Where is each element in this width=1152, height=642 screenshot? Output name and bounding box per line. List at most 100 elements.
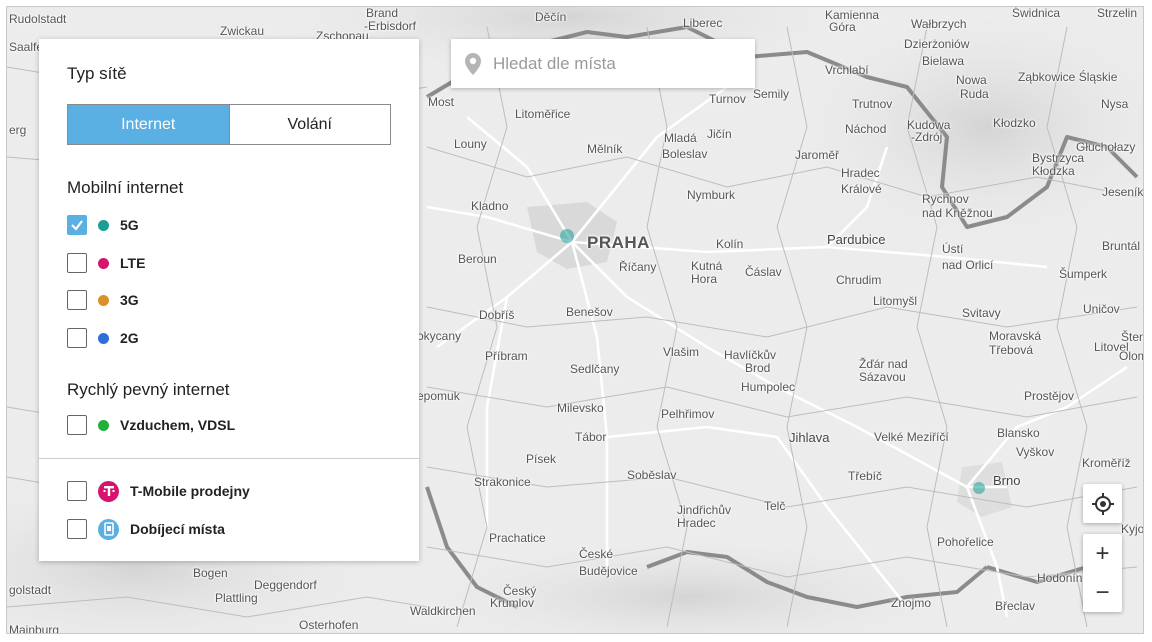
network-lte-label: LTE [120, 255, 146, 271]
map-place-label: Uničov [1083, 302, 1120, 316]
map-place-label: Mělník [587, 142, 623, 156]
search-input[interactable] [493, 53, 743, 74]
map-place-label: Vlašim [663, 345, 700, 359]
map-pin-icon [465, 52, 481, 75]
network-3g-checkbox[interactable] [67, 290, 87, 310]
location-search[interactable] [451, 39, 755, 88]
map-place-label: Litomyšl [873, 294, 918, 308]
checkmark-icon [71, 220, 83, 231]
fixed-internet-option[interactable]: Vzduchem, VDSL [67, 415, 235, 435]
map-place-label: Świdnica [1012, 6, 1061, 20]
map-place-label: Bielawa [922, 54, 965, 68]
network-5g-option[interactable]: 5G [67, 215, 139, 235]
map-place-label: Dzierżoniów [904, 37, 970, 51]
mobile-internet-heading: Mobilní internet [67, 178, 184, 197]
map-place-label: Třebíč [848, 469, 883, 483]
fixed-internet-color-dot [98, 419, 109, 431]
map-place-label: Jičín [707, 127, 732, 141]
map-place-label: Milevsko [557, 401, 604, 415]
map-place-label: Třebová [989, 343, 1034, 357]
zoom-in-button[interactable]: + [1083, 534, 1122, 573]
map-place-label: Most [428, 95, 455, 109]
map-place-label: Sedlčany [570, 362, 620, 376]
map-place-label: Hora [691, 272, 718, 286]
network-lte-color-dot [98, 257, 109, 269]
map-place-label: Dobříš [479, 308, 515, 322]
network-5g-label: 5G [120, 217, 139, 233]
map-place-label: Náchod [845, 122, 887, 136]
map-place-label: Pelhřimov [661, 407, 715, 421]
network-3g-label: 3G [120, 292, 139, 308]
tmobile-stores-option[interactable]: T-Mobile prodejny [67, 480, 250, 502]
map-place-label: Šumperk [1059, 267, 1108, 281]
map-place-label: Beroun [458, 252, 497, 266]
network-lte-option[interactable]: LTE [67, 253, 145, 273]
network-3g-color-dot [98, 294, 109, 306]
map-place-label: Deggendorf [254, 578, 317, 592]
map-place-label: Wałbrzych [911, 17, 967, 31]
tmobile-stores-checkbox[interactable] [67, 481, 87, 501]
map-place-label: Benešov [566, 305, 613, 319]
network-5g-color-dot [98, 219, 109, 231]
map-place-label: Prostějov [1024, 389, 1075, 403]
map-place-label: Olom [1119, 349, 1143, 363]
map-place-label: Kladno [471, 199, 509, 213]
map-place-label: Sázavou [859, 370, 906, 384]
t-mobile-logo-icon [98, 480, 119, 502]
network-3g-option[interactable]: 3G [67, 290, 139, 310]
map-place-label: Hradec [677, 516, 716, 530]
map-place-label: Plattling [215, 591, 258, 605]
map-place-label: Nysa [1101, 97, 1129, 111]
map-place-label: -Erbisdorf [364, 19, 417, 33]
network-2g-label: 2G [120, 330, 139, 346]
map-place-label: Prachatice [489, 531, 546, 545]
map-place-label: Svitavy [962, 306, 1001, 320]
map-place-label: -Zdrój [911, 130, 943, 144]
map-place-label: Mainburg [9, 623, 60, 634]
network-2g-checkbox[interactable] [67, 328, 87, 348]
map-place-label: epomuk [417, 389, 460, 403]
map-place-label: Soběslav [627, 468, 677, 482]
zoom-out-button[interactable]: − [1083, 573, 1122, 612]
map-place-label: Kroměříž [1082, 456, 1131, 470]
map-place-label: nad Orlicí [942, 258, 994, 272]
map-place-label: Pohořelice [937, 535, 994, 549]
map-place-label: Boleslav [662, 147, 708, 161]
map-place-label: Kolín [716, 237, 744, 251]
locate-control[interactable] [1083, 484, 1122, 523]
fixed-internet-label: Vzduchem, VDSL [120, 417, 236, 433]
map-place-label: Zwickau [220, 24, 265, 38]
map-place-label: golstadt [9, 583, 52, 597]
map-place-label: Liberec [683, 16, 723, 30]
map-place-label: Strzelin [1097, 6, 1138, 20]
calls-toggle-button[interactable]: Volání [228, 105, 390, 144]
network-5g-checkbox[interactable] [67, 215, 87, 235]
map-place-label: Znojmo [891, 596, 932, 610]
network-lte-checkbox[interactable] [67, 253, 87, 273]
internet-toggle-button[interactable]: Internet [68, 105, 229, 144]
network-type-toggle: Internet Volání [67, 104, 391, 145]
network-2g-color-dot [98, 332, 109, 344]
map-place-label: Osterhofen [299, 618, 359, 632]
map-place-label: Strakonice [474, 475, 531, 489]
map-place-label: Mladá [664, 131, 697, 145]
map-place-label: Kyjov [1121, 522, 1144, 536]
map-place-label: Příbram [485, 349, 528, 363]
network-filter-panel: Typ sítě Internet Volání Mobilní interne… [39, 39, 419, 561]
map-place-label: Tábor [575, 430, 607, 444]
locate-button[interactable] [1083, 484, 1122, 523]
map-place-label: okycany [417, 329, 462, 343]
crosshair-icon [1091, 492, 1114, 515]
top-up-points-option[interactable]: Dobíjecí místa [67, 518, 225, 540]
fixed-internet-checkbox[interactable] [67, 415, 87, 435]
map-place-label: Břeclav [995, 599, 1036, 613]
map-place-label: Vyškov [1016, 445, 1055, 459]
map-place-label: Čáslav [745, 265, 782, 279]
top-up-points-checkbox[interactable] [67, 519, 87, 539]
map-place-label: Góra [829, 20, 856, 34]
fixed-internet-heading: Rychlý pevný internet [67, 380, 230, 399]
map-place-label: Chrudim [836, 273, 882, 287]
map-place-label: Děčín [535, 10, 567, 24]
network-2g-option[interactable]: 2G [67, 328, 139, 348]
map-place-label: Písek [526, 452, 557, 466]
